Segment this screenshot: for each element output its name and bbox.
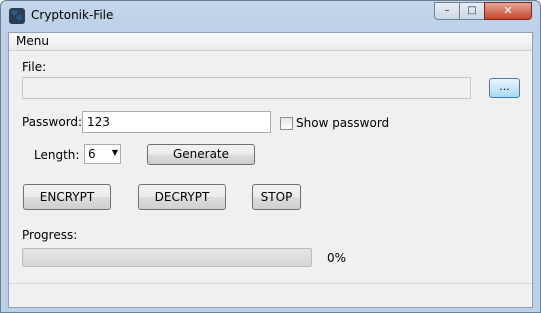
progress-label: Progress: [22,228,78,242]
window-title: Cryptonik-File [31,8,114,22]
menu-bar: Menu [9,33,532,51]
progress-percent: 0% [327,251,347,265]
password-input[interactable]: 123 [82,111,271,133]
length-select[interactable]: 6 ▼ [84,144,121,164]
decrypt-button[interactable]: DECRYPT [138,184,226,210]
show-password-checkbox[interactable] [280,117,293,130]
maximize-button[interactable]: □ [459,2,485,20]
browse-button[interactable]: ... [489,78,520,98]
length-label: Length: [34,148,80,162]
progress-bar [22,248,312,267]
password-label: Password: [22,115,83,129]
show-password-label[interactable]: Show password [296,116,389,130]
generate-button[interactable]: Generate [147,144,255,165]
app-paw-icon: 🐾 [9,8,25,24]
chevron-down-icon: ▼ [111,148,118,157]
stop-button[interactable]: STOP [252,184,301,210]
minimize-button[interactable]: – [434,2,460,20]
app-window: 🐾 Cryptonik-File – □ ✕ Menu File: ... Pa… [0,0,541,313]
file-path-field[interactable] [22,77,471,99]
close-button[interactable]: ✕ [484,2,532,20]
title-bar[interactable]: 🐾 Cryptonik-File – □ ✕ [1,1,540,31]
length-value: 6 [88,147,96,161]
encrypt-button[interactable]: ENCRYPT [23,184,111,210]
client-area: Menu File: ... Password: 123 Show passwo… [8,32,533,308]
file-label: File: [22,60,47,74]
status-bar [9,283,532,308]
menu-item-menu[interactable]: Menu [16,34,49,48]
